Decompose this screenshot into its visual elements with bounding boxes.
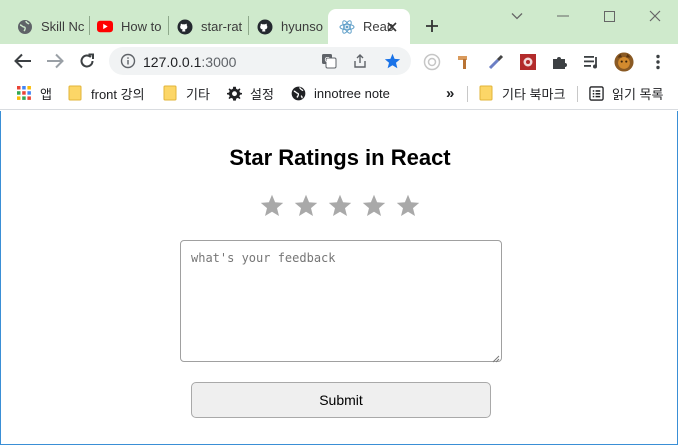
back-button[interactable] [10,48,36,74]
browser-toolbar: 127.0.0.1:3000 G [0,44,678,78]
close-window-button[interactable] [638,4,672,28]
feedback-textarea[interactable] [180,240,502,362]
reload-button[interactable] [74,48,100,74]
github-icon [257,19,273,35]
folder-icon [478,85,494,101]
bookmark-label: 설정 [250,86,274,102]
tab-3[interactable]: star-rat [166,9,248,44]
reading-list-button[interactable]: 읽기 목록 [588,78,663,108]
tab-search-icon[interactable] [500,4,534,28]
resize-grip-icon[interactable] [490,350,500,363]
page-title: Star Ratings in React [229,145,451,170]
youtube-icon [97,19,113,35]
tab-title: How to [121,19,162,34]
bookmark-front-folder[interactable]: front 강의 [67,78,145,108]
menu-kebab-icon[interactable] [648,52,668,72]
share-icon[interactable] [351,53,369,69]
submit-button[interactable]: Submit [191,382,491,418]
media-queue-icon[interactable] [582,52,602,72]
tab-5-active[interactable]: Reac [328,9,410,44]
new-tab-button[interactable] [420,14,444,38]
bookmark-label: 앱 [40,86,52,102]
bookmark-label: 기타 [186,86,210,102]
tab-title: star-rat [201,19,243,34]
bookmarks-bar: 앱 front 강의 기타 설정 innotree note » 기타 북마크 [0,78,678,110]
maximize-button[interactable] [592,4,626,28]
apps-grid-icon [16,85,32,101]
bookmark-label: innotree note [314,85,390,101]
globe-icon [17,19,33,35]
site-info-icon[interactable] [120,53,136,69]
folder-icon [67,85,83,101]
bookmark-label: 읽기 목록 [612,86,664,102]
bookmarks-overflow-button[interactable]: » [446,78,454,108]
bookmark-etc-folder[interactable]: 기타 [162,78,210,108]
tab-4[interactable]: hyunso [246,9,328,44]
url-port: :3000 [201,54,237,70]
address-bar[interactable]: 127.0.0.1:3000 G [109,47,411,75]
extension-hammer-icon[interactable] [454,52,474,72]
eyedropper-icon[interactable] [486,52,506,72]
svg-text:G: G [325,56,330,64]
url-text: 127.0.0.1:3000 [143,54,236,70]
folder-icon [162,85,178,101]
bookmark-other-folder[interactable]: 기타 북마크 [478,78,565,108]
tab-1[interactable]: Skill Nc [6,9,88,44]
bookmarks-divider [467,86,468,102]
bookmark-label: 기타 북마크 [502,86,566,102]
translate-icon[interactable]: G [320,53,338,69]
profile-avatar[interactable] [614,52,634,72]
overflow-chevron-icon: » [446,84,455,102]
tab-title: hyunso [281,19,323,34]
gear-icon [226,85,242,101]
react-icon [339,19,355,35]
bookmark-apps[interactable]: 앱 [16,78,52,108]
reading-list-icon [588,85,604,101]
bookmark-settings[interactable]: 설정 [226,78,274,108]
page-viewport: Star Ratings in React Submit [0,111,678,445]
star-icon[interactable] [391,191,425,219]
tab-2[interactable]: How to [86,9,168,44]
star-icon[interactable] [289,191,323,219]
tab-strip: Skill Nc How to star-rat hyunso Reac [0,0,678,44]
bookmark-label: front 강의 [91,86,145,102]
github-icon [177,19,193,35]
star-rating [255,191,425,219]
globe-icon [290,85,306,101]
bookmark-star-icon[interactable] [383,53,401,69]
extension-red-icon[interactable] [518,52,538,72]
close-tab-icon[interactable] [384,19,400,35]
minimize-button[interactable] [546,4,580,28]
star-icon[interactable] [255,191,289,219]
bookmarks-divider [577,86,578,102]
tab-title: Skill Nc [41,19,85,34]
star-icon[interactable] [323,191,357,219]
star-icon[interactable] [357,191,391,219]
extension-circle-icon[interactable] [422,52,442,72]
bookmark-innotree-note[interactable]: innotree note [290,78,390,108]
url-host: 127.0.0.1 [143,54,202,70]
forward-button[interactable] [42,48,68,74]
extensions-puzzle-icon[interactable] [550,52,570,72]
